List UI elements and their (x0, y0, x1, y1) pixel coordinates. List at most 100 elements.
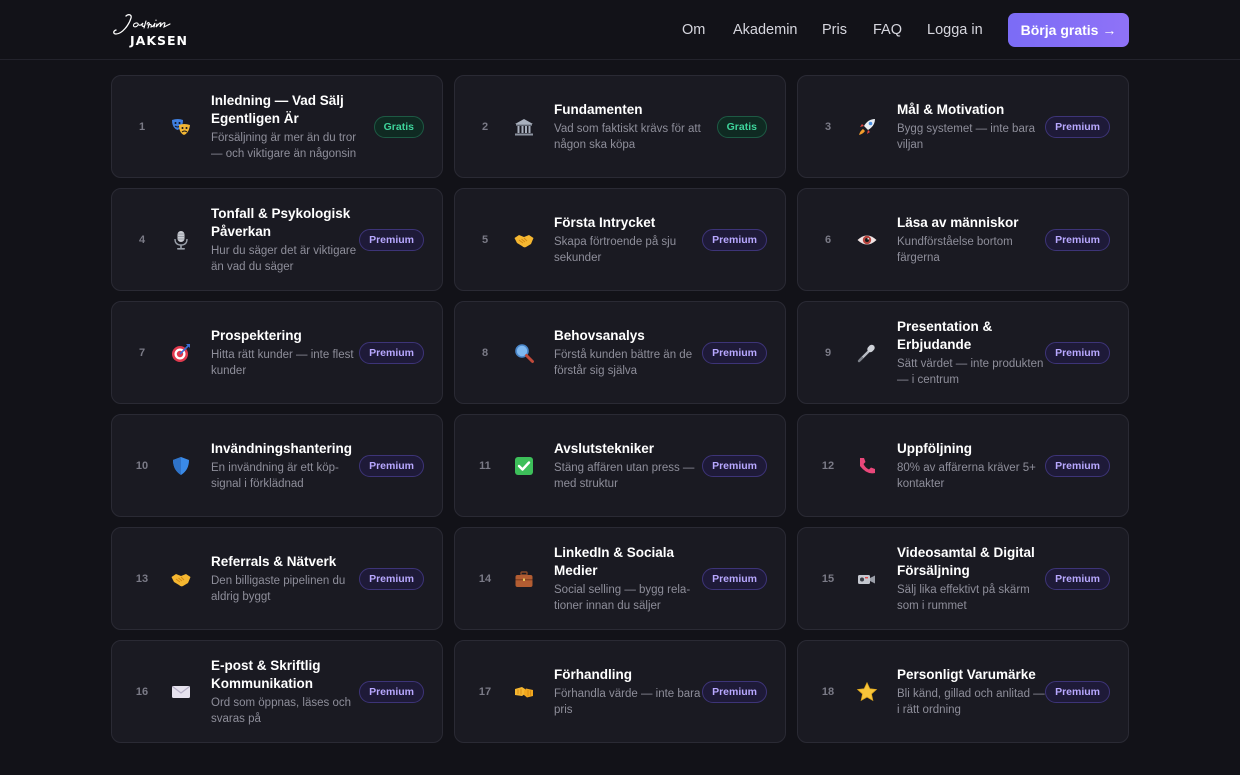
module-card-17[interactable]: 17 Förhandling Förhandla värde — inte ba… (454, 640, 786, 743)
check-mark-icon (515, 456, 533, 475)
premium-badge: Premium (702, 228, 767, 251)
module-number: 17 (478, 685, 492, 698)
free-badge: Gratis (373, 115, 424, 138)
nav-link-pris[interactable]: Pris (822, 22, 847, 38)
module-card-12[interactable]: 12 Uppföljning 80% av affärerna kräver 5… (797, 414, 1129, 517)
module-card-18[interactable]: 18 Personligt Varumärke Bli känd, gillad… (797, 640, 1129, 743)
video-camera-icon (858, 574, 875, 584)
module-title: Presentation & Erbjudande (897, 318, 993, 352)
module-text: Behovsanalys Förstå kunden bättre än de … (554, 302, 704, 403)
logo-wordmark: JAKSEN (130, 33, 189, 48)
module-number: 6 (824, 233, 832, 246)
module-card-11[interactable]: 11 Avslutstekniker Stäng affären utan pr… (454, 414, 786, 517)
module-card-2[interactable]: 2 Fundamenten Vad som faktiskt krävs för… (454, 75, 786, 178)
module-card-14[interactable]: 14 LinkedIn & Sociala Medier Social sell… (454, 527, 786, 630)
classical-building-icon (513, 116, 535, 138)
module-description: Den billigaste pipelinen du aldrig byggt (211, 574, 346, 603)
module-text: Inledning — Vad Sälj Egentligen Är Försä… (211, 76, 361, 177)
module-card-5[interactable]: 5 Första Intrycket Skapa förtroende på s… (454, 188, 786, 291)
module-text: Presentation & Erbjudande Sätt värdet — … (897, 302, 1047, 403)
module-description: Kundförståelse bortom färgerna (897, 235, 1013, 264)
briefcase-icon (513, 568, 535, 590)
module-title: Prospektering (211, 327, 302, 343)
premium-badge: Premium (702, 680, 767, 703)
module-number: 13 (135, 572, 149, 585)
module-number: 1 (138, 120, 146, 133)
phone-icon (856, 455, 878, 477)
envelope-icon (170, 681, 192, 703)
module-card-15[interactable]: 15 Videosamtal & Digi­tal Försäljning Sä… (797, 527, 1129, 630)
module-text: Referrals & Nätverk Den billigaste pipel… (211, 528, 361, 629)
module-text: Mål & Motivation Bygg systemet — inte ba… (897, 76, 1047, 177)
module-text: Invändningshante­ring En invändning är e… (211, 415, 361, 516)
module-description: Förstå kunden bättre än de förstår sig s… (554, 348, 693, 377)
nav-link-logga-in[interactable]: Logga in (927, 22, 983, 38)
module-title: Uppföljning (897, 440, 972, 456)
module-description: Vad som faktiskt krävs för att någon ska… (554, 122, 701, 151)
shield-icon (170, 455, 192, 477)
module-description: Stäng affären utan press — med struktur (554, 461, 695, 490)
eye-icon (857, 235, 877, 244)
nav-link-om[interactable]: Om (682, 22, 705, 38)
rocket-icon (856, 116, 878, 138)
module-title: Personligt Varumärke (897, 666, 1036, 682)
module-text: Fundamenten Vad som faktiskt krävs för a… (554, 76, 704, 177)
free-badge: Gratis (716, 115, 767, 138)
premium-badge: Premium (1045, 454, 1110, 477)
module-text: Uppföljning 80% av affärerna kräver 5+ k… (897, 415, 1047, 516)
star-icon (856, 681, 878, 703)
module-number: 14 (478, 572, 492, 585)
module-card-3[interactable]: 3 Mål & Motivation Bygg systemet — inte … (797, 75, 1129, 178)
module-card-9[interactable]: 9 Presentation & Erbjudande Sätt värdet … (797, 301, 1129, 404)
module-text: Avslutstekniker Stäng affären utan press… (554, 415, 704, 516)
module-text: Tonfall & Psykologisk Påverkan Hur du sä… (211, 189, 361, 290)
module-title: Avslutstekniker (554, 440, 655, 456)
premium-badge: Premium (1045, 341, 1110, 364)
fist-bump-icon (513, 681, 535, 703)
module-text: Läsa av människor Kundförståelse bortom … (897, 189, 1047, 290)
module-description: Bli känd, gillad och anlitad — i rätt or… (897, 687, 1045, 716)
module-description: Förhandla värde — inte bara pris (554, 687, 701, 716)
module-number: 11 (479, 459, 491, 472)
module-text: E-post & Skriftlig Kommunikation Ord som… (211, 641, 361, 742)
module-card-10[interactable]: 10 Invändningshante­ring En invändning ä… (111, 414, 443, 517)
video-camera-icon (856, 568, 878, 590)
premium-badge: Premium (1045, 680, 1110, 703)
module-card-1[interactable]: 1 Inledning — Vad Sälj Egentligen Är För… (111, 75, 443, 178)
module-number: 18 (821, 685, 835, 698)
module-title: Mål & Motivation (897, 101, 1005, 117)
premium-badge: Premium (702, 341, 767, 364)
module-card-13[interactable]: 13 Referrals & Nätverk Den billigaste pi… (111, 527, 443, 630)
premium-badge: Premium (702, 454, 767, 477)
premium-badge: Premium (359, 228, 424, 251)
module-number: 10 (135, 459, 149, 472)
theater-masks-icon (172, 118, 190, 135)
nav-link-akademin[interactable]: Akademin (733, 22, 797, 38)
module-grid: 1 Inledning — Vad Sälj Egentligen Är För… (111, 75, 1129, 743)
module-text: Prospektering Hitta rätt kunder — inte f… (211, 302, 361, 403)
module-description: Ord som öppnas, läses och svaras på (211, 696, 351, 725)
magnifier-icon (515, 343, 534, 363)
premium-badge: Premium (1045, 228, 1110, 251)
nav-link-faq[interactable]: FAQ (873, 22, 902, 38)
module-title: Förhandling (554, 666, 632, 682)
module-card-4[interactable]: 4 Tonfall & Psykologisk Påverkan Hur du … (111, 188, 443, 291)
module-card-16[interactable]: 16 E-post & Skriftlig Kommunikation Ord … (111, 640, 443, 743)
start-free-button[interactable]: Börja gratis → (1008, 13, 1129, 47)
module-card-7[interactable]: 7 Prospektering Hitta rätt kunder — inte… (111, 301, 443, 404)
module-card-6[interactable]: 6 Läsa av människor Kundförståelse borto… (797, 188, 1129, 291)
module-title: Behovsanalys (554, 327, 645, 343)
module-description: Sätt värdet — inte produk­ten — i centru… (897, 357, 1044, 386)
microphone-stand-icon (857, 344, 875, 362)
module-text: Förhandling Förhandla värde — inte bara … (554, 641, 704, 742)
module-text: LinkedIn & Sociala Medier Social selling… (554, 528, 704, 629)
handshake-icon (513, 229, 535, 251)
module-description: 80% av affärerna kräver 5+ kontakter (897, 461, 1036, 490)
module-text: Första Intrycket Skapa förtroende på sju… (554, 189, 704, 290)
module-title: Tonfall & Psykologisk Påverkan (211, 205, 351, 239)
module-description: Sälj lika effektivt på skärm som i rumme… (897, 583, 1030, 612)
envelope-icon (172, 685, 190, 698)
module-card-8[interactable]: 8 Behovsanalys Förstå kunden bättre än d… (454, 301, 786, 404)
logo[interactable]: JAKSEN (112, 12, 188, 48)
shield-icon (173, 456, 189, 475)
